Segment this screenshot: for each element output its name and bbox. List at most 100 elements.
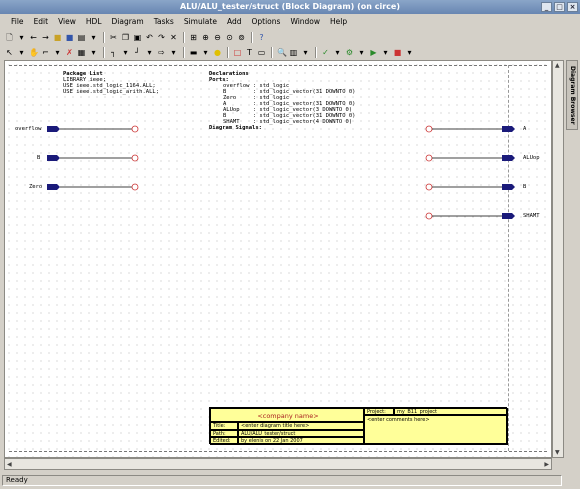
paste-icon[interactable]: ▣ [132, 32, 143, 43]
title-block[interactable]: <company name> Project: my_B11_project <… [209, 407, 508, 445]
synthesize-icon[interactable]: ■ [392, 47, 403, 58]
open-folder-icon[interactable]: ■ [52, 32, 63, 43]
port-label-overflow: overflow [15, 126, 42, 132]
chevron-down-icon[interactable]: ▾ [404, 47, 415, 58]
embedded-block-icon[interactable]: ▬ [188, 47, 199, 58]
wiring-layer [47, 125, 515, 220]
chevron-down-icon[interactable]: ▾ [88, 32, 99, 43]
menu-hdl[interactable]: HDL [81, 15, 107, 28]
copy-icon[interactable]: ❐ [120, 32, 131, 43]
chevron-down-icon[interactable]: ▾ [300, 47, 311, 58]
horizontal-scrollbar[interactable]: ◀ ▶ [4, 458, 552, 470]
generate-icon[interactable]: ⚙ [344, 47, 355, 58]
back-icon[interactable]: ← [28, 32, 39, 43]
title-value: <enter diagram title here> [238, 422, 364, 430]
right-port-a[interactable] [425, 125, 515, 133]
zoom-fit-icon[interactable]: ⊞ [188, 32, 199, 43]
menu-view[interactable]: View [53, 15, 81, 28]
cut-icon[interactable]: ✂ [108, 32, 119, 43]
chevron-down-icon[interactable]: ▾ [200, 47, 211, 58]
menu-help[interactable]: Help [325, 15, 352, 28]
open-end-icon [425, 183, 433, 191]
forward-icon[interactable]: → [40, 32, 51, 43]
left-port-zero[interactable] [47, 183, 139, 191]
search-icon[interactable]: 🔍 [276, 47, 287, 58]
chevron-down-icon[interactable]: ▾ [16, 32, 27, 43]
menu-diagram[interactable]: Diagram [107, 15, 149, 28]
toolbar-main: 🗋 ▾ ← → ■ ■ ▤ ▾ ✂ ❐ ▣ ↶ ↷ ✕ ⊞ ⊕ ⊖ ⊙ ⊚ ? [4, 30, 267, 44]
toolbar-separator [271, 46, 272, 58]
menu-edit[interactable]: Edit [29, 15, 54, 28]
scroll-up-icon[interactable]: ▲ [555, 62, 560, 69]
browse-icon[interactable]: ▥ [288, 47, 299, 58]
window-title: ALU/ALU_tester/struct (Block Diagram) (o… [180, 2, 400, 11]
help-icon[interactable]: ? [256, 32, 267, 43]
pan-hand-icon[interactable]: ✋ [28, 47, 39, 58]
vertical-scrollbar[interactable]: ▲ ▼ [552, 60, 564, 458]
zoom-in-icon[interactable]: ⊕ [200, 32, 211, 43]
chevron-down-icon[interactable]: ▾ [332, 47, 343, 58]
menu-tasks[interactable]: Tasks [149, 15, 179, 28]
chevron-down-icon[interactable]: ▾ [52, 47, 63, 58]
path-label: Path: [210, 430, 238, 437]
left-port-b[interactable] [47, 154, 139, 162]
port-connector-icon [47, 184, 60, 190]
comments-field: <enter comments here> [364, 415, 508, 445]
check-icon[interactable]: ✓ [320, 47, 331, 58]
chevron-down-icon[interactable]: ▾ [16, 47, 27, 58]
menu-file[interactable]: File [6, 15, 29, 28]
bus-icon[interactable]: ┐ [108, 47, 119, 58]
print-icon[interactable]: ▤ [76, 32, 87, 43]
simulate-icon[interactable]: ▶ [368, 47, 379, 58]
toolbar-separator [227, 46, 228, 58]
redo-icon[interactable]: ↷ [156, 32, 167, 43]
close-icon[interactable]: × [567, 2, 578, 12]
delete-icon[interactable]: ✕ [168, 32, 179, 43]
minimize-icon[interactable]: _ [541, 2, 552, 12]
open-end-icon [131, 125, 139, 133]
title-label: Title: [210, 422, 238, 430]
diagram-canvas[interactable]: Package List LIBRARY ieee; USE ieee.std_… [4, 60, 552, 458]
select-arrow-icon[interactable]: ↖ [4, 47, 15, 58]
toolbar-separator [315, 46, 316, 58]
diagram-browser-tab[interactable]: Diagram Browser [566, 60, 578, 130]
scroll-left-icon[interactable]: ◀ [7, 461, 12, 468]
menu-add[interactable]: Add [222, 15, 247, 28]
status-text: Ready [2, 475, 562, 486]
chevron-down-icon[interactable]: ▾ [356, 47, 367, 58]
chevron-down-icon[interactable]: ▾ [88, 47, 99, 58]
scroll-down-icon[interactable]: ▼ [555, 449, 560, 456]
port-connector-icon [502, 126, 515, 132]
text-icon[interactable]: T [244, 47, 255, 58]
zoom-area-icon[interactable]: ⊙ [224, 32, 235, 43]
net-icon[interactable]: ┘ [132, 47, 143, 58]
wire-tool-icon[interactable]: ⌐ [40, 47, 51, 58]
menu-window[interactable]: Window [285, 15, 325, 28]
chevron-down-icon[interactable]: ▾ [380, 47, 391, 58]
right-port-aluop[interactable] [425, 154, 515, 162]
new-icon[interactable]: 🗋 [4, 32, 15, 43]
block-icon[interactable]: ▦ [76, 47, 87, 58]
panel-icon[interactable]: ▭ [256, 47, 267, 58]
toolbar-separator [103, 31, 104, 43]
disconnect-icon[interactable]: ✗ [64, 47, 75, 58]
port-connector-icon [502, 184, 515, 190]
right-port-b[interactable] [425, 183, 515, 191]
port-icon[interactable]: ⇨ [156, 47, 167, 58]
zoom-out-icon[interactable]: ⊖ [212, 32, 223, 43]
frame-icon[interactable]: □ [232, 47, 243, 58]
chevron-down-icon[interactable]: ▾ [168, 47, 179, 58]
chevron-down-icon[interactable]: ▾ [144, 47, 155, 58]
circle-icon[interactable]: ● [212, 47, 223, 58]
maximize-icon[interactable]: □ [554, 2, 565, 12]
scroll-right-icon[interactable]: ▶ [544, 461, 549, 468]
menu-simulate[interactable]: Simulate [179, 15, 222, 28]
chevron-down-icon[interactable]: ▾ [120, 47, 131, 58]
left-port-overflow[interactable] [47, 125, 139, 133]
right-port-shamt[interactable] [425, 212, 515, 220]
open-end-icon [131, 183, 139, 191]
menu-options[interactable]: Options [246, 15, 285, 28]
undo-icon[interactable]: ↶ [144, 32, 155, 43]
zoom-reset-icon[interactable]: ⊚ [236, 32, 247, 43]
save-icon[interactable]: ■ [64, 32, 75, 43]
